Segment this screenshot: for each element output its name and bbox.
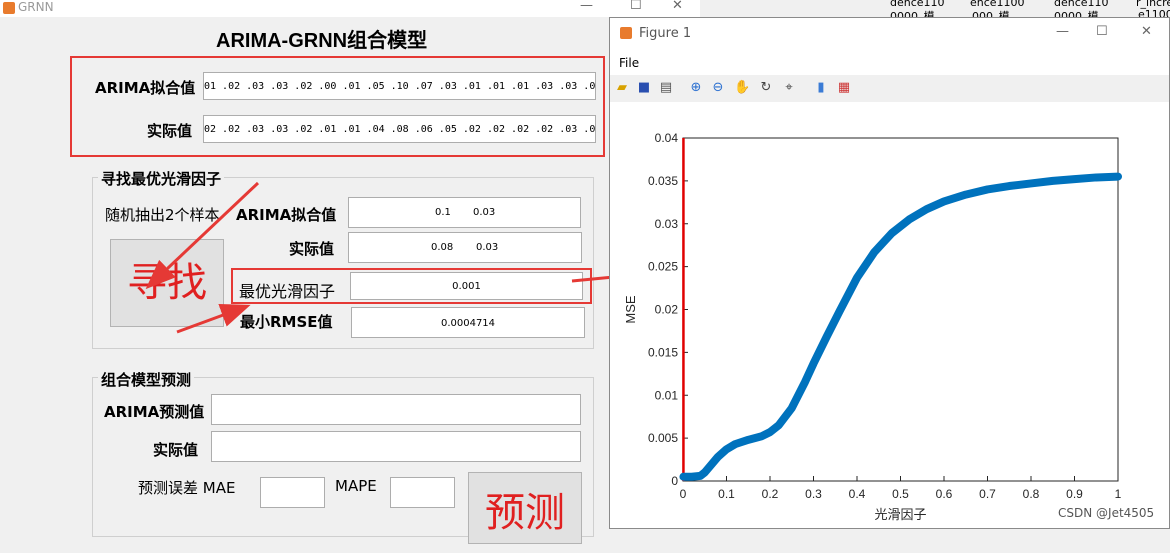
x-tick-label: 0.9	[1066, 487, 1083, 501]
data-cursor-icon[interactable]: ⌖	[781, 80, 797, 96]
data-point	[731, 440, 739, 448]
y-ticks: 0 0.005 0.01 0.015 0.02 0.025 0.03 0.035 0.04	[648, 131, 688, 488]
x-tick-label: 0.7	[979, 487, 996, 501]
data-point	[1005, 182, 1013, 190]
data-point	[723, 445, 730, 453]
series-line	[679, 172, 1122, 481]
colorbar-icon[interactable]: ▮	[813, 80, 829, 96]
figure-menubar: File	[610, 50, 1169, 75]
figure-maximize-icon[interactable]: ☐	[1096, 24, 1108, 39]
data-point	[940, 197, 948, 205]
x-tick-label: 1	[1115, 487, 1122, 501]
y-tick-label: 0.03	[655, 217, 679, 231]
data-point	[705, 463, 713, 471]
zoom-out-icon[interactable]: ⊖	[710, 80, 726, 96]
watermark: CSDN @Jet4505	[1058, 506, 1155, 520]
data-point	[766, 428, 774, 436]
zoom-in-icon[interactable]: ⊕	[688, 80, 704, 96]
arrow-to-search	[145, 181, 260, 290]
figure-title: Figure 1	[639, 26, 692, 41]
data-point	[853, 274, 861, 282]
data-point	[788, 404, 796, 412]
figure-toolbar: ▰ ■ ▤ ⊕ ⊖ ✋ ↻ ⌖ ▮ ▦	[610, 75, 1169, 103]
pan-icon[interactable]: ✋	[734, 80, 750, 96]
data-point	[905, 215, 913, 223]
data-point	[888, 229, 896, 237]
y-tick-label: 0.01	[655, 388, 679, 402]
figure-canvas: 0 0.1 0.2 0.3 0.4 0.5 0.6 0.7 0.8 0.9 1 0 0.005 0.01…	[610, 102, 1169, 528]
data-point	[679, 473, 687, 481]
y-tick-label: 0.04	[655, 131, 679, 145]
menu-file[interactable]: File	[619, 56, 639, 70]
x-tick-label: 0.2	[762, 487, 779, 501]
data-point	[1049, 177, 1057, 185]
y-tick-label: 0.02	[655, 303, 679, 317]
data-point	[801, 378, 809, 386]
figure-window: Figure 1 — ☐ ✕ File ▰ ■ ▤ ⊕ ⊖ ✋ ↻ ⌖ ▮ ▦ …	[609, 17, 1170, 529]
y-tick-label: 0	[671, 474, 678, 488]
data-point	[688, 473, 696, 481]
y-tick-label: 0.015	[648, 345, 678, 359]
x-tick-label: 0.6	[936, 487, 953, 501]
x-tick-label: 0.8	[1023, 487, 1040, 501]
x-tick-label: 0	[680, 487, 687, 501]
save-icon[interactable]: ■	[636, 80, 652, 96]
axes-box	[682, 137, 1119, 482]
open-icon[interactable]: ▰	[614, 80, 630, 96]
y-tick-label: 0.025	[648, 260, 678, 274]
legend-icon[interactable]: ▦	[836, 80, 852, 96]
x-axis-label: 光滑因子	[874, 507, 926, 522]
figure-minimize-icon[interactable]: —	[1056, 24, 1069, 39]
y-tick-label: 0.035	[648, 174, 678, 188]
data-point	[810, 360, 817, 368]
data-point	[962, 191, 970, 199]
data-point	[1027, 179, 1035, 187]
data-point	[757, 432, 765, 440]
data-point	[836, 307, 844, 315]
data-point	[714, 453, 722, 461]
data-point	[870, 248, 878, 256]
mse-series	[679, 172, 1122, 481]
data-point	[744, 436, 752, 444]
y-axis-label: MSE	[623, 295, 638, 324]
x-ticks: 0 0.1 0.2 0.3 0.4 0.5 0.6 0.7 0.8 0.9 1	[680, 476, 1122, 501]
figure-app-icon	[620, 27, 632, 39]
data-point	[1071, 175, 1078, 183]
data-point	[923, 205, 931, 213]
x-tick-label: 0.4	[849, 487, 866, 501]
print-icon[interactable]: ▤	[658, 80, 674, 96]
x-tick-label: 0.5	[892, 487, 909, 501]
y-tick-label: 0.005	[648, 431, 678, 445]
x-tick-label: 0.3	[805, 487, 822, 501]
data-point	[984, 185, 991, 193]
x-tick-label: 0.1	[718, 487, 735, 501]
plot-area[interactable]: 0 0.1 0.2 0.3 0.4 0.5 0.6 0.7 0.8 0.9 1 0 0.005 0.01…	[610, 102, 1169, 528]
data-point	[775, 421, 783, 429]
figure-titlebar: Figure 1 — ☐ ✕	[610, 18, 1169, 50]
figure-close-icon[interactable]: ✕	[1141, 24, 1152, 39]
data-point	[1092, 173, 1100, 181]
rotate-icon[interactable]: ↻	[758, 80, 774, 96]
data-point	[823, 333, 831, 341]
data-point	[1114, 173, 1122, 181]
arrow-from-search	[176, 304, 251, 334]
